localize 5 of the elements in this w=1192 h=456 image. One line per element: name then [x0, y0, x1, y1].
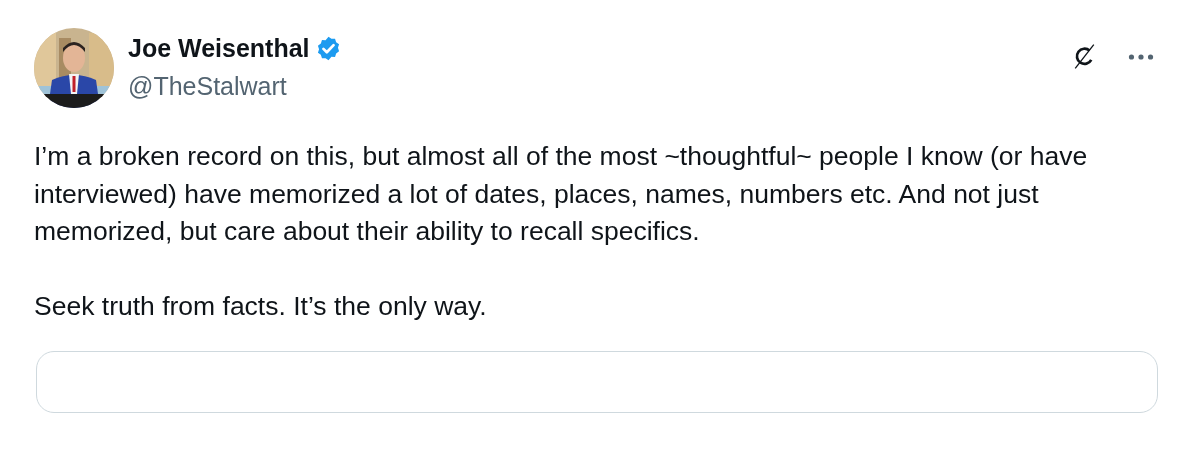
tweet-text: I’m a broken record on this, but almost all of the most ~thoughtful~ people I know (or have interviewed) have memorized a lot of dates, places, names, numbers etc. And not just memorized, but care about their ability to recall specifics. — [34, 140, 1089, 248]
author-name[interactable]: Joe Weisenthal — [128, 31, 310, 65]
tweet-text: Seek truth from facts. It’s the only way. — [34, 289, 488, 323]
more-icon[interactable] — [1128, 52, 1154, 61]
author-handle[interactable]: @TheStalwart — [128, 69, 342, 103]
